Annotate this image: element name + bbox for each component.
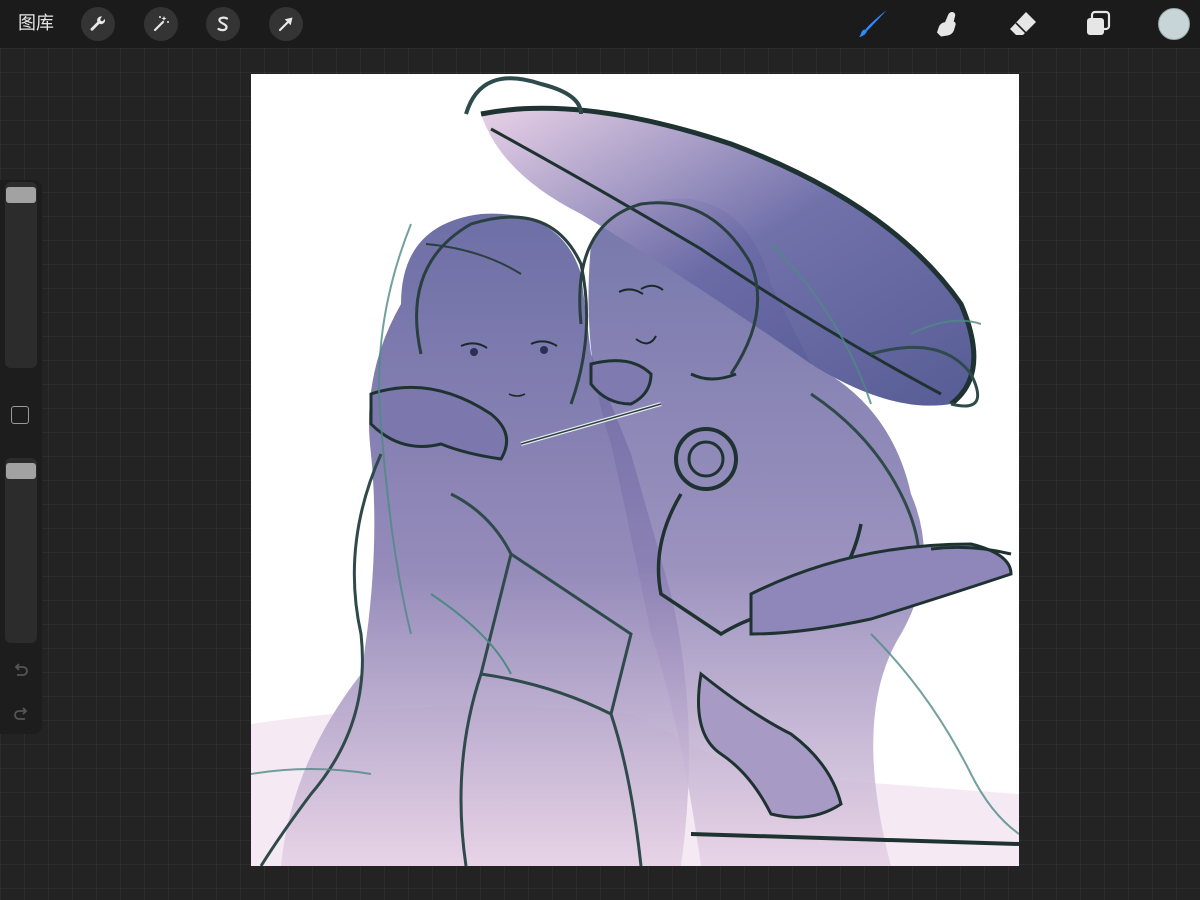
eraser-tool-button[interactable] [1005, 6, 1041, 42]
smudge-tool-button[interactable] [929, 6, 965, 42]
brush-size-slider[interactable] [5, 182, 37, 368]
layers-button[interactable] [1080, 6, 1116, 42]
transform-button[interactable] [269, 7, 303, 41]
eraser-icon [1010, 12, 1036, 35]
opacity-handle[interactable] [6, 463, 36, 479]
selection-button[interactable] [206, 7, 240, 41]
layers-icon [1087, 10, 1111, 35]
brush-icon [859, 10, 887, 37]
color-picker-button[interactable] [1158, 8, 1190, 40]
brush-tool-button[interactable] [855, 6, 891, 42]
actions-button[interactable] [81, 7, 115, 41]
left-sidebar [0, 180, 42, 734]
redo-button[interactable] [10, 704, 32, 726]
undo-button[interactable] [10, 660, 32, 682]
drawing-canvas[interactable] [251, 74, 1019, 866]
redo-arrow-icon [14, 707, 28, 720]
brush-size-handle[interactable] [6, 187, 36, 203]
modify-button[interactable] [11, 406, 29, 424]
opacity-slider[interactable] [5, 458, 37, 643]
arrow-cursor-icon [278, 17, 293, 32]
undo-arrow-icon [14, 663, 28, 676]
top-toolbar: 图库 [0, 0, 1200, 48]
wrench-icon [90, 16, 106, 31]
adjustments-button[interactable] [144, 7, 178, 41]
sketch-artwork [251, 76, 1019, 866]
smudge-finger-icon [937, 12, 956, 37]
selection-s-icon [217, 16, 229, 32]
magic-wand-icon [153, 16, 169, 32]
gallery-button[interactable]: 图库 [18, 12, 54, 36]
